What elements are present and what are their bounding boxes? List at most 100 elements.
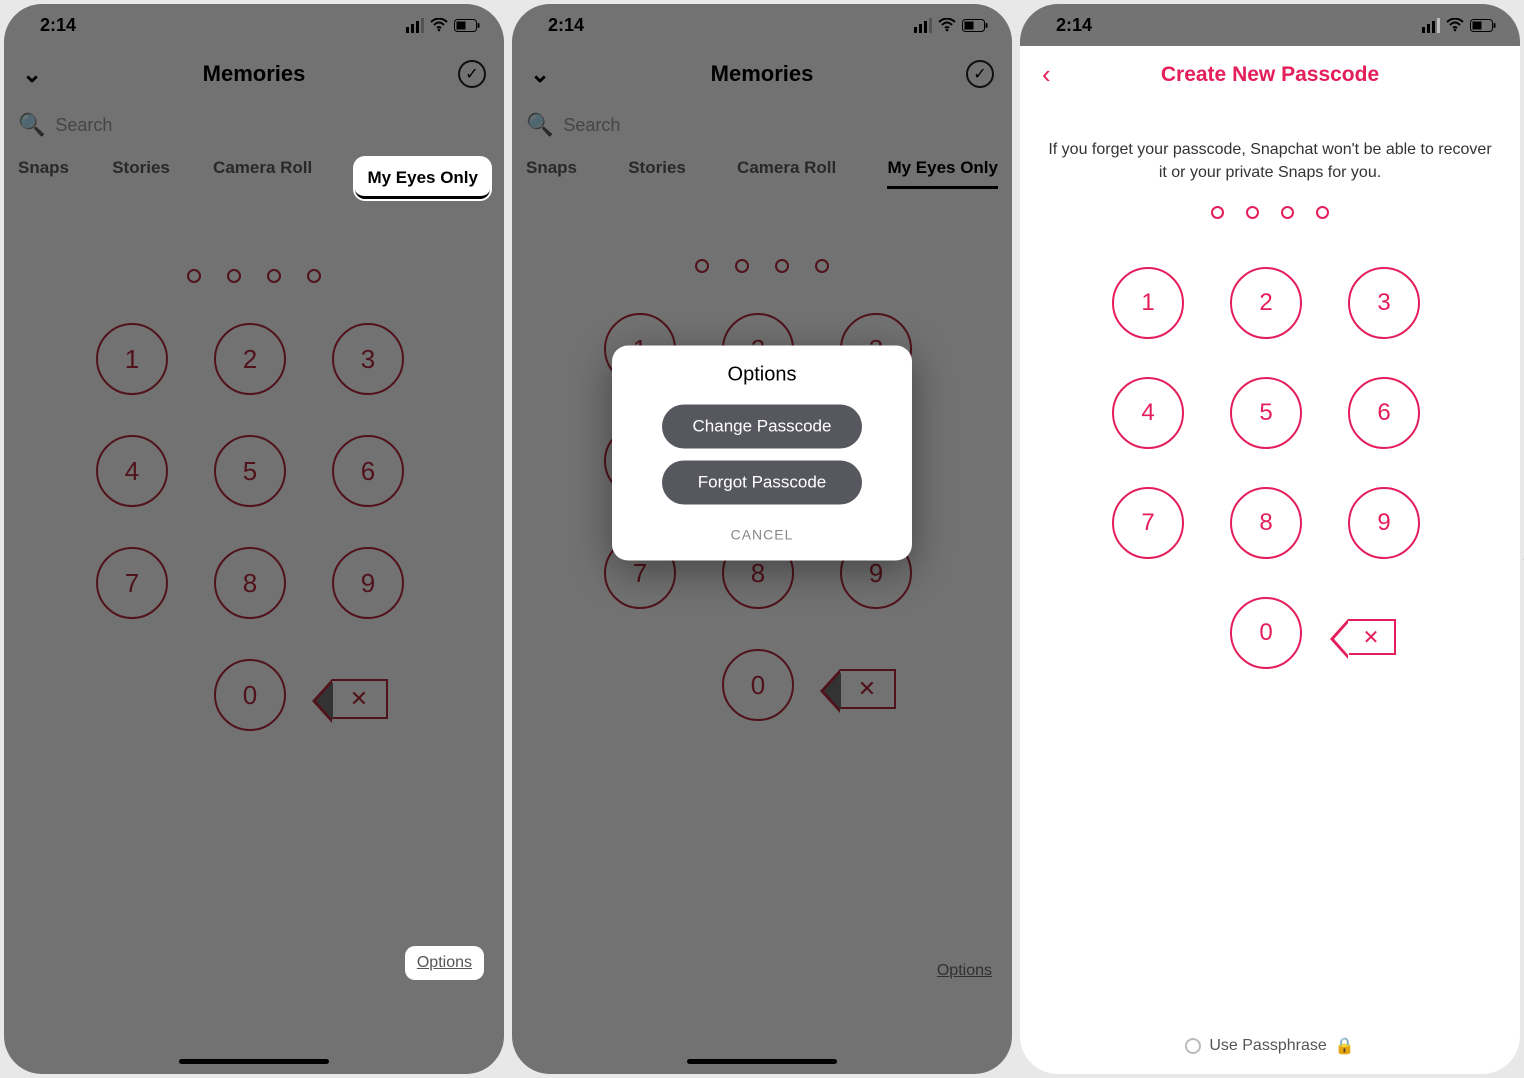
home-indicator[interactable] — [687, 1059, 837, 1064]
backspace-icon: ✕ — [332, 679, 388, 719]
numeric-keypad: 1 2 3 4 5 6 7 8 9 0 ✕ — [4, 323, 504, 739]
keypad-backspace[interactable]: ✕ — [332, 679, 388, 719]
status-bar: 2:14 — [4, 4, 504, 46]
tab-camera-roll[interactable]: Camera Roll — [737, 158, 836, 189]
home-indicator[interactable] — [179, 1059, 329, 1064]
backspace-icon: ✕ — [1363, 625, 1380, 650]
keypad-7[interactable]: 7 — [1112, 487, 1184, 559]
select-icon[interactable]: ✓ — [458, 60, 486, 88]
backspace-icon: ✕ — [840, 669, 896, 709]
change-passcode-button[interactable]: Change Passcode — [662, 405, 862, 449]
passcode-dot — [267, 269, 281, 283]
tab-camera-roll[interactable]: Camera Roll — [213, 158, 312, 199]
signal-icon — [406, 18, 424, 33]
chevron-down-icon[interactable]: ⌄ — [22, 60, 42, 89]
forgot-passcode-button[interactable]: Forgot Passcode — [662, 461, 862, 505]
search-row[interactable]: 🔍 Search — [526, 106, 998, 144]
passcode-dots — [4, 269, 504, 283]
options-modal: Options Change Passcode Forgot Passcode … — [612, 346, 912, 561]
page-title: Memories — [203, 61, 306, 87]
radio-icon — [1185, 1038, 1201, 1054]
wifi-icon — [1446, 18, 1464, 32]
passcode-dot — [775, 259, 789, 273]
search-icon: 🔍 — [526, 112, 553, 138]
tab-snaps[interactable]: Snaps — [18, 158, 69, 199]
passcode-dots — [1020, 206, 1520, 219]
keypad-4[interactable]: 4 — [1112, 377, 1184, 449]
passcode-dot — [1246, 206, 1259, 219]
select-icon[interactable]: ✓ — [966, 60, 994, 88]
keypad-4[interactable]: 4 — [96, 435, 168, 507]
keypad-0[interactable]: 0 — [1230, 597, 1302, 669]
memories-tabs: Snaps Stories Camera Roll My Eyes Only — [4, 144, 504, 209]
status-icons — [914, 18, 988, 33]
battery-icon — [962, 19, 988, 32]
signal-icon — [914, 18, 932, 33]
keypad-1[interactable]: 1 — [1112, 267, 1184, 339]
keypad-2[interactable]: 2 — [1230, 267, 1302, 339]
signal-icon — [1422, 18, 1440, 33]
battery-icon — [1470, 19, 1496, 32]
passcode-dot — [695, 259, 709, 273]
keypad-backspace[interactable]: ✕ — [1348, 619, 1396, 655]
wifi-icon — [938, 18, 956, 32]
tab-snaps[interactable]: Snaps — [526, 158, 577, 189]
page-title: Memories — [711, 61, 814, 87]
passcode-dot — [815, 259, 829, 273]
keypad-3[interactable]: 3 — [332, 323, 404, 395]
search-placeholder: Search — [55, 115, 112, 136]
create-passcode-header: ‹ Create New Passcode — [1020, 46, 1520, 104]
chevron-down-icon[interactable]: ⌄ — [530, 60, 550, 89]
search-icon: 🔍 — [18, 112, 45, 138]
passcode-dots — [512, 259, 1012, 273]
use-passphrase-label: Use Passphrase — [1209, 1037, 1326, 1055]
memories-header: ⌄ Memories ✓ — [512, 46, 1012, 102]
passcode-warning-text: If you forget your passcode, Snapchat wo… — [1020, 104, 1520, 184]
keypad-3[interactable]: 3 — [1348, 267, 1420, 339]
tab-stories[interactable]: Stories — [628, 158, 686, 189]
keypad-5[interactable]: 5 — [214, 435, 286, 507]
tab-stories[interactable]: Stories — [112, 158, 170, 199]
status-time: 2:14 — [548, 15, 584, 36]
use-passphrase-option[interactable]: Use Passphrase 🔒 — [1020, 1036, 1520, 1056]
status-icons — [406, 18, 480, 33]
search-placeholder: Search — [563, 115, 620, 136]
status-bar: 2:14 — [512, 4, 1012, 46]
passcode-dot — [227, 269, 241, 283]
keypad-0[interactable]: 0 — [722, 649, 794, 721]
cancel-button[interactable]: CANCEL — [628, 517, 896, 555]
passcode-entry-area: 1 2 3 4 5 6 7 8 9 0 ✕ Options — [512, 199, 1012, 1074]
passcode-dot — [307, 269, 321, 283]
keypad-8[interactable]: 8 — [214, 547, 286, 619]
page-title: Create New Passcode — [1161, 63, 1379, 87]
keypad-6[interactable]: 6 — [1348, 377, 1420, 449]
keypad-9[interactable]: 9 — [332, 547, 404, 619]
screenshot-memories-my-eyes-only: 2:14 ⌄ Memories ✓ 🔍 Search Snaps Stories… — [4, 4, 504, 1074]
keypad-9[interactable]: 9 — [1348, 487, 1420, 559]
back-icon[interactable]: ‹ — [1042, 59, 1051, 90]
status-time: 2:14 — [1056, 15, 1092, 36]
wifi-icon — [430, 18, 448, 32]
status-time: 2:14 — [40, 15, 76, 36]
tab-my-eyes-only[interactable]: My Eyes Only — [887, 158, 998, 189]
tab-my-eyes-only[interactable]: My Eyes Only — [355, 158, 490, 199]
keypad-8[interactable]: 8 — [1230, 487, 1302, 559]
passcode-dot — [735, 259, 749, 273]
keypad-6[interactable]: 6 — [332, 435, 404, 507]
keypad-0[interactable]: 0 — [214, 659, 286, 731]
keypad-backspace[interactable]: ✕ — [840, 669, 896, 709]
passcode-dot — [187, 269, 201, 283]
keypad-5[interactable]: 5 — [1230, 377, 1302, 449]
options-link[interactable]: Options — [937, 962, 992, 980]
keypad-2[interactable]: 2 — [214, 323, 286, 395]
search-row[interactable]: 🔍 Search — [18, 106, 490, 144]
keypad-7[interactable]: 7 — [96, 547, 168, 619]
memories-tabs: Snaps Stories Camera Roll My Eyes Only — [512, 144, 1012, 199]
keypad-1[interactable]: 1 — [96, 323, 168, 395]
screenshot-create-passcode: 2:14 ‹ Create New Passcode If you forget… — [1020, 4, 1520, 1074]
passcode-entry-area: 1 2 3 4 5 6 7 8 9 0 ✕ Options — [4, 209, 504, 1074]
screenshot-options-modal: 2:14 ⌄ Memories ✓ 🔍 Search Snaps Stories… — [512, 4, 1012, 1074]
memories-header: ⌄ Memories ✓ — [4, 46, 504, 102]
options-link[interactable]: Options — [405, 946, 484, 980]
battery-icon — [454, 19, 480, 32]
